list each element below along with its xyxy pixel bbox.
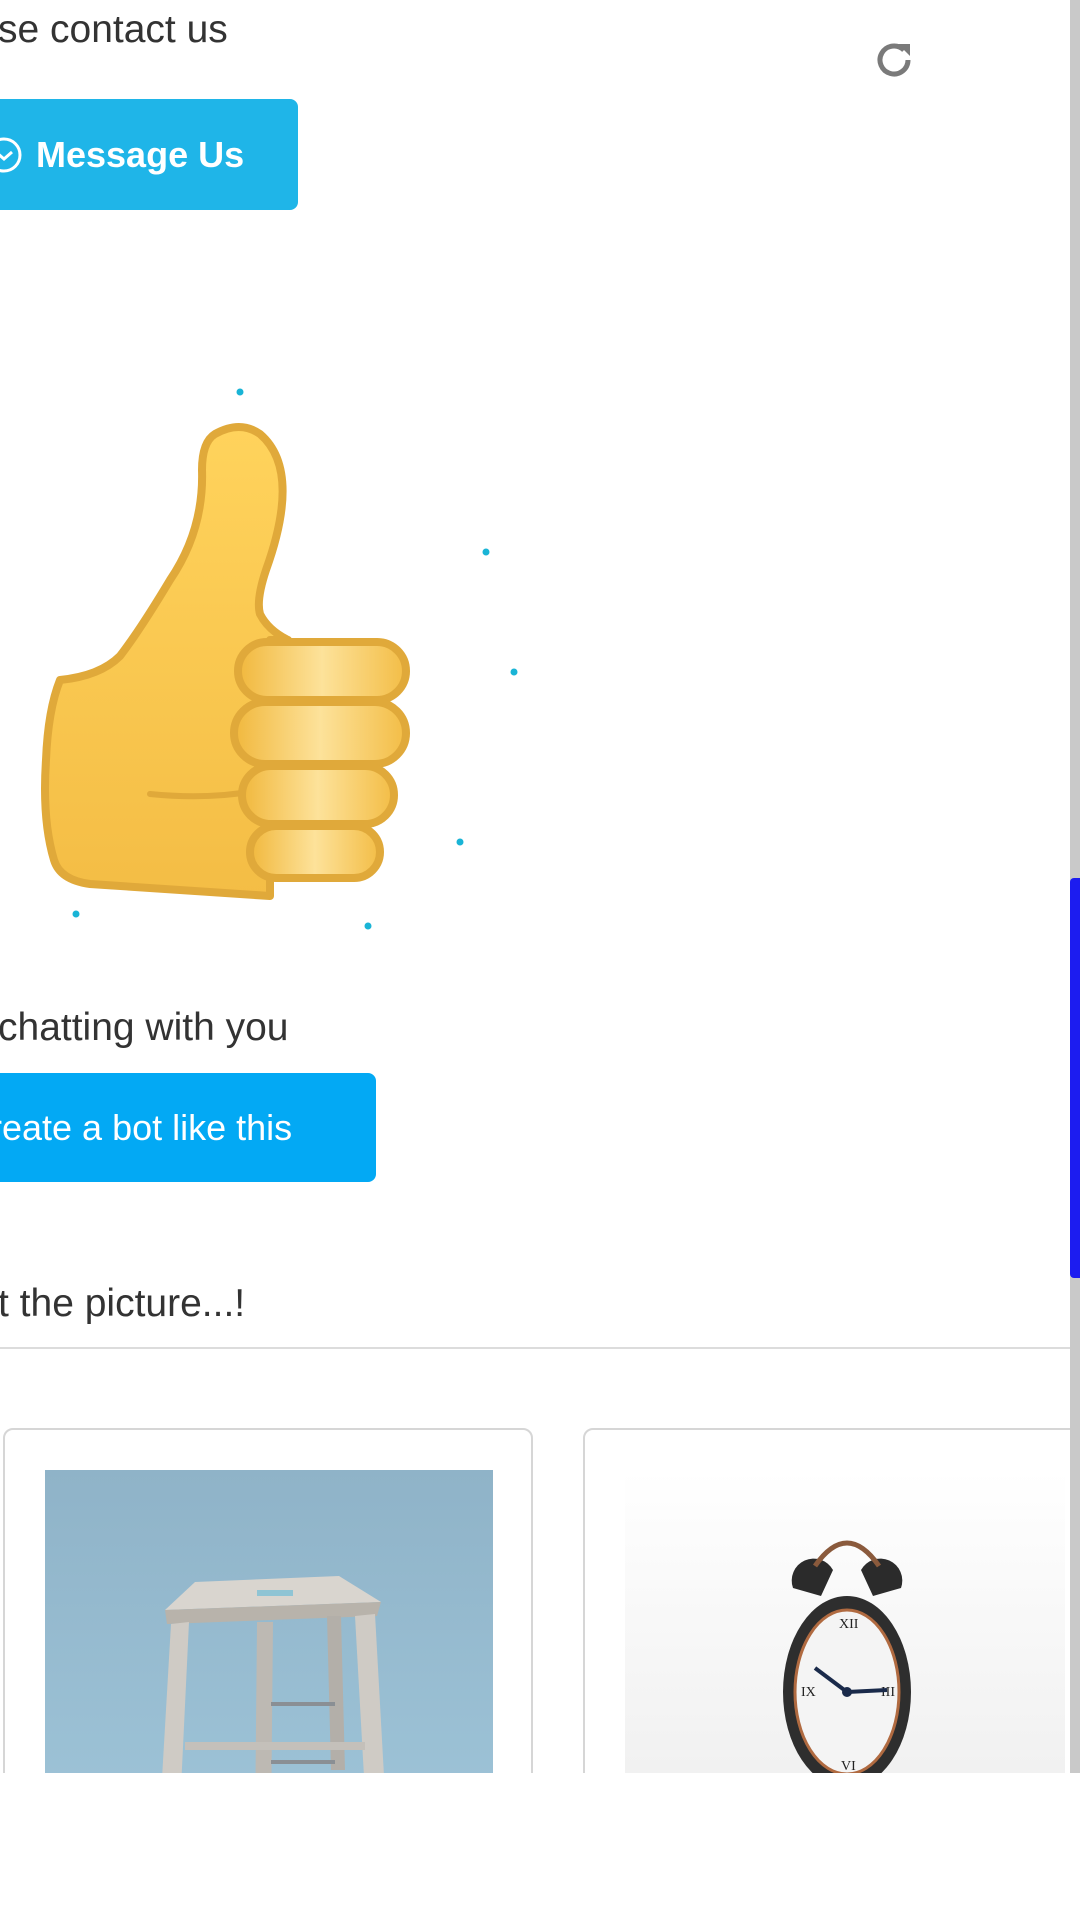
message-us-label: Message Us (36, 133, 245, 175)
contact-message: se contact us (0, 8, 228, 51)
scrollbar-track[interactable] (1070, 0, 1080, 1773)
picture-card-alarm-clock[interactable]: XII III IX VI (583, 1428, 1070, 1773)
chat-page: se contact us Message Us chatting with y… (0, 0, 1080, 1920)
create-bot-button[interactable]: reate a bot like this (0, 1073, 376, 1182)
svg-text:III: III (881, 1685, 895, 1700)
create-bot-label: reate a bot like this (0, 1106, 293, 1148)
message-us-button[interactable]: Message Us (0, 99, 298, 210)
scrollbar-thumb[interactable] (1070, 878, 1080, 1278)
divider (0, 1347, 1070, 1349)
chatting-message: chatting with you (0, 1006, 289, 1049)
picture-prompt-message: t the picture...! (0, 1282, 246, 1325)
thumbs-up-emoji (41, 388, 518, 930)
svg-text:IX: IX (801, 1685, 816, 1700)
bottom-area (0, 1773, 1080, 1920)
refresh-button[interactable] (866, 32, 922, 88)
alarm-clock-image: XII III IX VI (625, 1470, 1065, 1773)
svg-text:VI: VI (841, 1759, 856, 1773)
check-circle-icon (0, 137, 22, 172)
picture-card-stool[interactable] (3, 1428, 533, 1773)
chat-scroll-area[interactable]: se contact us Message Us chatting with y… (0, 0, 1070, 1773)
stool-image (45, 1470, 493, 1773)
svg-text:XII: XII (839, 1617, 859, 1632)
refresh-icon (877, 43, 911, 77)
